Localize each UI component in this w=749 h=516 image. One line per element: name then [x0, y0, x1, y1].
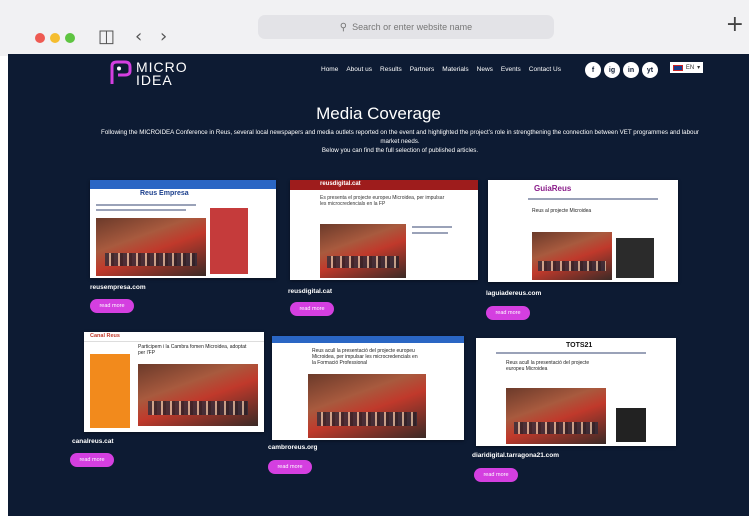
article-thumbnail-5[interactable]: Reus acull la presentació del projecte e… — [272, 336, 464, 440]
masthead-band — [90, 180, 276, 189]
uk-flag-icon — [672, 64, 683, 71]
nav-results[interactable]: Results — [380, 66, 402, 73]
address-bar[interactable]: ⚲ Search or enter website name — [258, 15, 554, 39]
search-icon: ⚲ — [339, 21, 348, 33]
youtube-icon[interactable]: yt — [642, 62, 658, 78]
maximize-window-button[interactable] — [65, 33, 75, 43]
side-ad — [616, 408, 646, 442]
read-more-button-1[interactable]: read more — [90, 299, 134, 313]
article-source-1: reusempresa.com — [90, 284, 146, 291]
nav-about[interactable]: About us — [346, 66, 372, 73]
headline-text: Reus acull la presentació del projecte e… — [506, 360, 590, 372]
nav-contact[interactable]: Contact Us — [529, 66, 561, 73]
masthead-text: GuiaReus — [534, 184, 572, 193]
social-links: f ig in yt — [585, 62, 658, 78]
read-more-button-3[interactable]: read more — [486, 306, 530, 320]
sidebar-toggle-icon[interactable]: ◫ — [98, 26, 115, 47]
read-more-button-2[interactable]: read more — [290, 302, 334, 316]
intro-line-1: Following the MICROIDEA Conference in Re… — [101, 129, 699, 145]
headline-text: Participem i la Cambra fomen Microidea, … — [138, 344, 247, 356]
article-source-4: canalreus.cat — [72, 438, 114, 445]
article-source-3: laguiadereus.com — [486, 290, 542, 297]
read-more-button-4[interactable]: read more — [70, 453, 114, 467]
headline-line — [96, 204, 196, 206]
nav-materials[interactable]: Materials — [442, 66, 468, 73]
logo-text: MICRO IDEA — [136, 60, 188, 88]
intro-text: Following the MICROIDEA Conference in Re… — [100, 128, 700, 155]
chevron-down-icon: ▾ — [697, 65, 701, 71]
masthead-band — [272, 336, 464, 343]
nav-partners[interactable]: Partners — [410, 66, 435, 73]
close-window-button[interactable] — [35, 33, 45, 43]
masthead-text: reusdigital.cat — [320, 181, 361, 187]
language-selector[interactable]: EN ▾ — [670, 62, 703, 73]
masthead-text: TOTS21 — [566, 342, 593, 349]
nav-news[interactable]: News — [477, 66, 493, 73]
article-source-5: cambroreus.org — [268, 444, 318, 451]
article-thumbnail-2[interactable]: reusdigital.cat Es presenta el projecte … — [290, 180, 478, 280]
microidea-logo-icon[interactable] — [108, 60, 134, 86]
side-ad — [210, 208, 248, 274]
headline-text: Reus acull la presentació del projecte e… — [312, 348, 418, 366]
page-title: Media Coverage — [316, 104, 441, 123]
minimize-window-button[interactable] — [50, 33, 60, 43]
back-icon[interactable]: ‹ — [135, 26, 142, 47]
sidebar-line — [412, 226, 452, 228]
read-more-button-5[interactable]: read more — [268, 460, 312, 474]
menu-line — [528, 198, 658, 200]
logo-line-2: IDEA — [136, 72, 173, 88]
headline-text: Reus al projecte Microidea — [532, 208, 592, 214]
article-thumbnail-6[interactable]: TOTS21 Reus acull la presentació del pro… — [476, 338, 676, 446]
new-tab-icon[interactable]: + — [726, 12, 744, 37]
side-ad — [90, 354, 130, 428]
forward-icon[interactable]: › — [160, 26, 167, 47]
browser-toolbar: ◫ ‹ › ⚲ Search or enter website name + — [0, 0, 749, 56]
intro-line-2: Below you can find the full selection of… — [321, 147, 479, 154]
read-more-button-6[interactable]: read more — [474, 468, 518, 482]
article-thumbnail-4[interactable]: Canal Reus Participem i la Cambra fomen … — [84, 332, 264, 432]
article-thumbnail-3[interactable]: GuiaReus Reus al projecte Microidea — [488, 180, 678, 282]
article-photo — [138, 364, 258, 426]
instagram-icon[interactable]: ig — [604, 62, 620, 78]
menu-line — [496, 352, 646, 354]
article-photo — [320, 224, 406, 278]
headline-line — [96, 209, 186, 211]
address-placeholder: Search or enter website name — [352, 22, 473, 32]
article-photo — [308, 374, 426, 438]
language-label: EN — [685, 64, 695, 71]
article-photo — [506, 388, 606, 444]
masthead-band — [290, 180, 478, 190]
headline-text: Es presenta el projecte europeu Microide… — [320, 195, 445, 207]
masthead-text: Canal Reus — [90, 333, 120, 339]
linkedin-icon[interactable]: in — [623, 62, 639, 78]
sidebar-line — [412, 232, 448, 234]
article-source-2: reusdigital.cat — [288, 288, 333, 295]
article-photo — [532, 232, 612, 280]
article-thumbnail-1[interactable]: Reus Empresa — [90, 180, 276, 278]
masthead-text: Reus Empresa — [140, 190, 189, 197]
main-nav: Home About us Results Partners Materials… — [321, 66, 561, 73]
website-page: MICRO IDEA Home About us Results Partner… — [8, 54, 749, 516]
article-photo — [96, 218, 206, 276]
side-photo — [616, 238, 654, 278]
nav-home[interactable]: Home — [321, 66, 338, 73]
facebook-icon[interactable]: f — [585, 62, 601, 78]
nav-events[interactable]: Events — [501, 66, 521, 73]
article-source-6: diaridigital.tarragona21.com — [472, 452, 560, 459]
